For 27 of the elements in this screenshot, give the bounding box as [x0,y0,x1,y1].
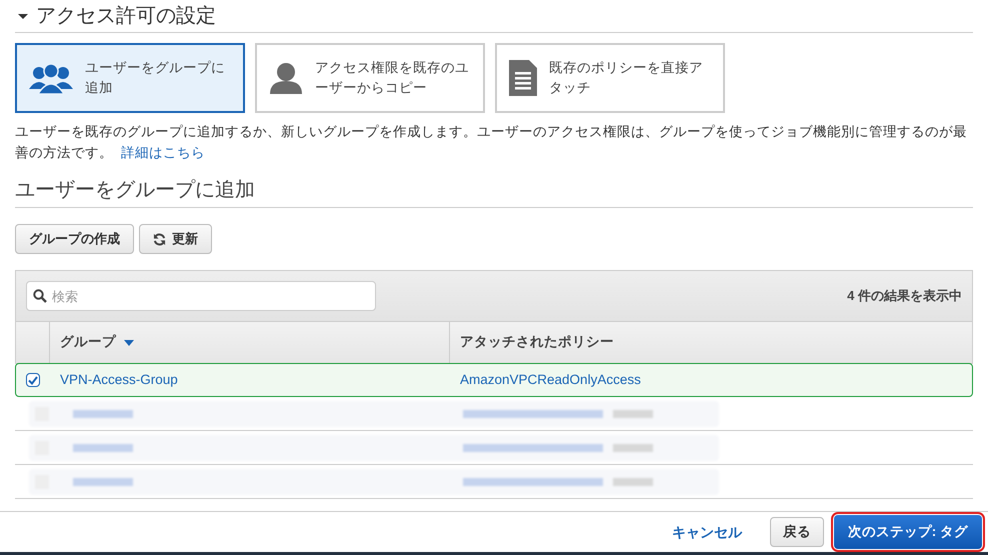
table-row[interactable]: VPN-Access-Group AmazonVPCReadOnlyAccess [15,363,973,397]
result-count: 4 件の結果を表示中 [847,287,962,306]
cancel-link[interactable]: キャンセル [672,522,742,542]
back-button[interactable]: 戻る [770,517,824,547]
learn-more-link[interactable]: 詳細はこちら [120,145,205,160]
caret-icon[interactable] [18,11,28,21]
policy-link[interactable]: AmazonVPCReadOnlyAccess [450,370,651,390]
user-icon [269,62,303,94]
search-icon [33,289,47,303]
refresh-button[interactable]: 更新 [139,224,212,254]
permission-option[interactable]: アクセス権限を既存のユーザーからコピー [255,43,485,113]
row-checkbox[interactable] [26,373,40,387]
search-field[interactable]: 検索 [26,281,376,311]
description-text: ユーザーを既存のグループに追加するか、新しいグループを作成します。ユーザーのアクセス権限は、グループを使ってジョブ機能別に管理するのが最善の方法です。 詳細はこちら [15,123,968,162]
permission-option[interactable]: 既存のポリシーを直接アタッチ [495,43,725,113]
group-icon [29,62,73,94]
next-step-button[interactable]: 次のステップ: タグ [834,515,982,549]
sort-caret-icon [124,340,134,346]
section-title: アクセス許可の設定 [36,4,216,29]
create-group-button[interactable]: グループの作成 [15,224,134,254]
document-icon [509,60,537,96]
group-link[interactable]: VPN-Access-Group [50,370,450,390]
section-title: ユーザーをグループに追加 [15,179,255,201]
permission-option[interactable]: ユーザーをグループに追加 [15,43,245,113]
column-header[interactable]: アタッチされたポリシー [450,322,972,363]
refresh-icon [153,232,166,246]
checkmark-icon [28,376,38,384]
